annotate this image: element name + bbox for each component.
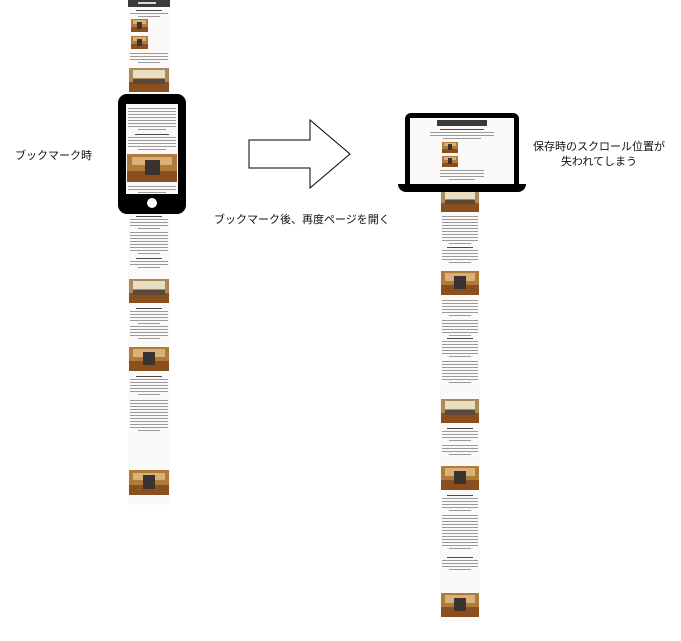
article-photo [127, 154, 177, 182]
article-photo [441, 271, 479, 295]
article-photo [131, 19, 148, 32]
article-photo [441, 466, 479, 490]
bookmark-time-label: ブックマーク時 [15, 149, 92, 162]
reopen-after-bookmark-label: ブックマーク後、再度ページを開く [214, 213, 390, 226]
page-header-bar [128, 0, 170, 7]
right-arrow-icon [248, 119, 351, 189]
article-photo [441, 399, 479, 423]
right-webpage-strip [440, 185, 480, 621]
laptop-base [398, 184, 526, 192]
article-photo [441, 190, 479, 212]
left-webpage-strip [128, 0, 170, 505]
laptop-screen [410, 118, 514, 184]
article-photo [131, 36, 148, 49]
article-photo [442, 156, 458, 167]
article-photo [129, 347, 169, 371]
phone-screen [126, 104, 178, 194]
phone-home-button [147, 198, 157, 208]
article-photo [129, 279, 169, 303]
scroll-position-lost-line2: 失われてしまう [560, 155, 638, 168]
article-photo [441, 593, 479, 617]
smartphone-icon [118, 94, 186, 214]
scroll-position-lost-label: 保存時のスクロール位置が 失われてしまう [528, 139, 670, 169]
scroll-position-lost-line1: 保存時のスクロール位置が [533, 140, 665, 153]
article-photo [129, 68, 169, 92]
article-photo [442, 142, 458, 153]
article-photo [129, 470, 169, 495]
